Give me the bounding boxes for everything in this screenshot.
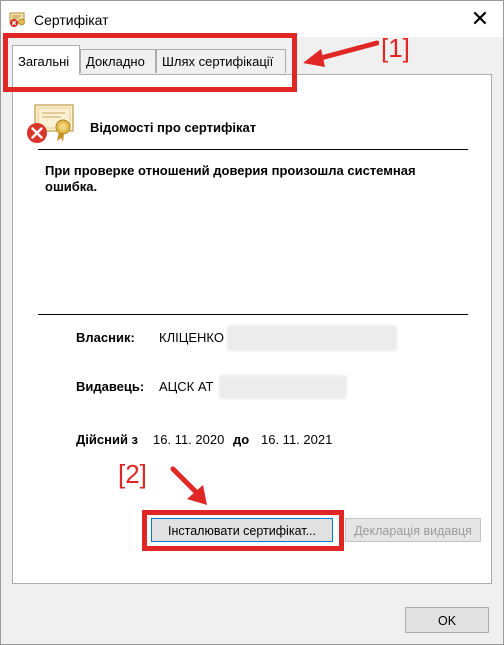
certificate-info-heading: Відомості про сертифікат [90, 120, 257, 135]
issuer-label: Видавець: [76, 379, 145, 394]
valid-to-label: до [233, 432, 250, 447]
annotation-arrow-2-icon [170, 466, 207, 505]
valid-from-date: 16. 11. 2020 [153, 432, 225, 447]
valid-to-date: 16. 11. 2021 [261, 432, 333, 447]
issuer-value: АЦСК АТ [159, 379, 214, 394]
certificate-app-icon [9, 12, 25, 27]
annotation-arrow-1-icon [303, 40, 379, 67]
divider [38, 314, 468, 315]
certificate-dialog: Сертифікат ✕ Загальні Докладно Шлях серт… [0, 0, 504, 645]
annotation-box-install [142, 510, 344, 551]
window-title: Сертифікат [34, 12, 109, 28]
annotation-label-1: [1] [381, 33, 410, 63]
trust-error-message: При проверке отношений доверия произошла… [45, 163, 416, 194]
redacted-owner-name [227, 325, 397, 351]
redacted-issuer-name [219, 375, 347, 399]
ok-button[interactable]: OK [405, 607, 489, 633]
certificate-error-icon [27, 104, 74, 143]
annotation-box-tabs [3, 33, 297, 92]
valid-from-label: Дійсний з [76, 432, 139, 447]
owner-value: КЛІЦЕНКО [159, 330, 224, 345]
close-button[interactable]: ✕ [457, 1, 503, 37]
close-icon: ✕ [470, 6, 490, 32]
annotation-label-2: [2] [118, 459, 147, 489]
issuer-statement-button[interactable]: Декларація видавця [345, 518, 481, 542]
title-bar: Сертифікат ✕ [1, 1, 503, 37]
divider [38, 149, 468, 150]
owner-label: Власник: [76, 330, 135, 345]
